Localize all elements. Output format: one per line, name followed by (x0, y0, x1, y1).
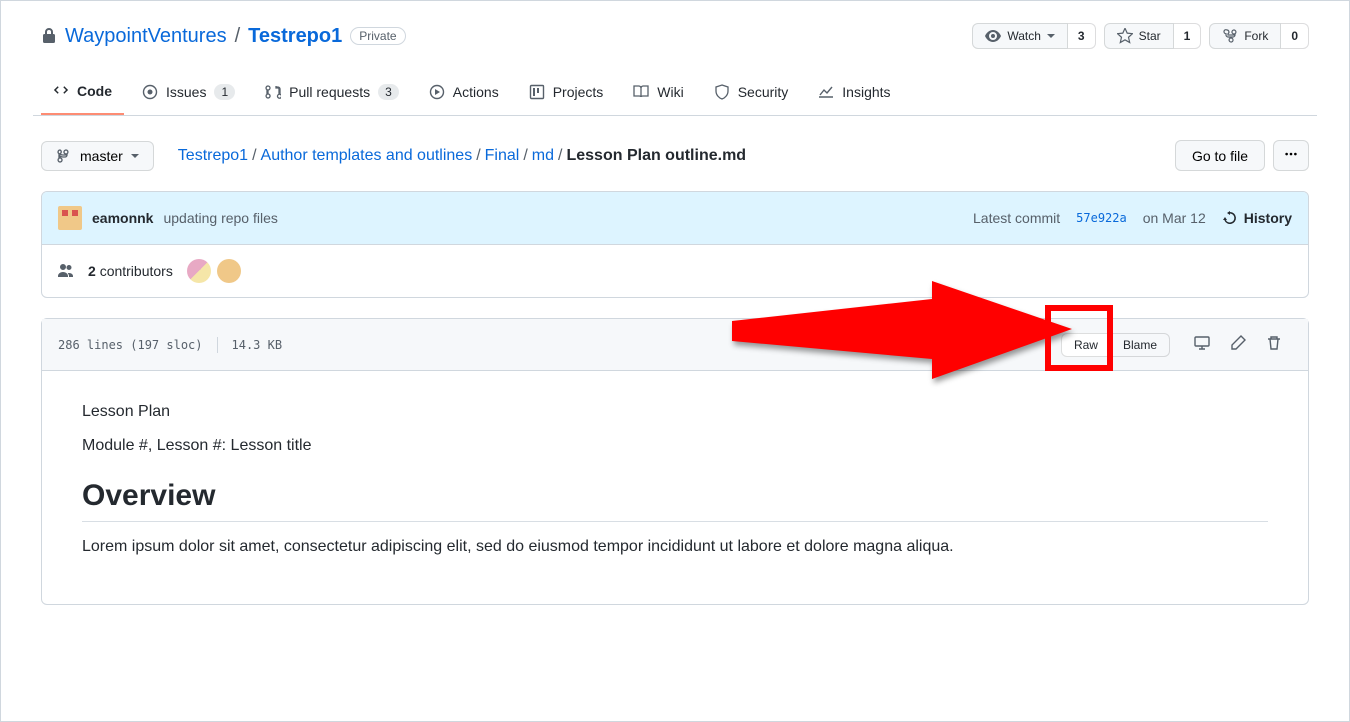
contributors-text[interactable]: 2 contributors (88, 263, 173, 279)
breadcrumb-p3[interactable]: md (532, 147, 554, 164)
tab-insights-label: Insights (842, 84, 890, 100)
history-label: History (1244, 210, 1292, 226)
delete-button[interactable] (1256, 329, 1292, 360)
fork-icon (1222, 28, 1238, 44)
content-body: Lorem ipsum dolor sit amet, consectetur … (82, 538, 1268, 556)
play-icon (429, 84, 445, 100)
watch-label: Watch (1007, 29, 1041, 43)
issues-count: 1 (214, 84, 235, 100)
file-actions: Raw Blame (1061, 329, 1292, 360)
go-to-file-button[interactable]: Go to file (1175, 140, 1265, 171)
watch-count[interactable]: 3 (1068, 23, 1096, 49)
latest-commit-label: Latest commit (973, 210, 1060, 226)
star-label: Star (1139, 29, 1161, 43)
desktop-icon (1194, 335, 1210, 351)
fork-count[interactable]: 0 (1281, 23, 1309, 49)
file-size: 14.3 KB (232, 338, 283, 352)
tab-pulls[interactable]: Pull requests 3 (253, 75, 411, 115)
issue-icon (142, 84, 158, 100)
tab-wiki-label: Wiki (657, 84, 683, 100)
contributor-avatars (187, 259, 241, 283)
file-nav: master Testrepo1/Author templates and ou… (33, 140, 1317, 171)
chevron-down-icon (131, 154, 139, 162)
people-icon (58, 263, 74, 279)
trash-icon (1266, 335, 1282, 351)
commit-date: on Mar 12 (1143, 210, 1206, 226)
tab-security-label: Security (738, 84, 789, 100)
more-options-button[interactable] (1273, 140, 1309, 171)
repo-owner-link[interactable]: WaypointVentures (65, 25, 227, 48)
branch-icon (56, 148, 72, 164)
repo-nav: Code Issues 1 Pull requests 3 Actions Pr… (33, 75, 1317, 116)
repo-header: WaypointVentures / Testrepo1 Private Wat… (33, 17, 1317, 49)
watch-button[interactable]: Watch (972, 23, 1068, 49)
pulls-count: 3 (378, 84, 399, 100)
raw-button[interactable]: Raw (1061, 333, 1111, 357)
kebab-icon (1284, 147, 1298, 161)
history-link[interactable]: History (1222, 210, 1292, 226)
divider (217, 337, 218, 353)
tab-security[interactable]: Security (702, 75, 801, 115)
breadcrumb-root[interactable]: Testrepo1 (178, 147, 248, 164)
fork-button[interactable]: Fork (1209, 23, 1281, 49)
contributor-avatar-2[interactable] (217, 259, 241, 283)
tab-pulls-label: Pull requests (289, 84, 370, 100)
fork-label: Fork (1244, 29, 1268, 43)
tab-issues[interactable]: Issues 1 (130, 75, 247, 115)
tab-issues-label: Issues (166, 84, 206, 100)
tab-insights[interactable]: Insights (806, 75, 902, 115)
file-info: 286 lines (197 sloc) 14.3 KB (58, 337, 282, 353)
tab-wiki[interactable]: Wiki (621, 75, 695, 115)
chevron-down-icon (1047, 34, 1055, 42)
shield-icon (714, 84, 730, 100)
pull-icon (265, 84, 281, 100)
repo-name-link[interactable]: Testrepo1 (248, 25, 342, 48)
graph-icon (818, 84, 834, 100)
repo-title: WaypointVentures / Testrepo1 Private (41, 25, 406, 48)
commit-sha[interactable]: 57e922a (1076, 211, 1127, 225)
content-line-1: Lesson Plan (82, 403, 1268, 421)
tab-actions[interactable]: Actions (417, 75, 511, 115)
branch-name: master (80, 148, 123, 164)
eye-icon (985, 28, 1001, 44)
breadcrumb: Testrepo1/Author templates and outlines/… (178, 147, 746, 165)
file-header: 286 lines (197 sloc) 14.3 KB Raw Blame (42, 319, 1308, 371)
content-heading: Overview (82, 479, 1268, 522)
tab-code-label: Code (77, 83, 112, 99)
commit-row: eamonnk updating repo files Latest commi… (42, 192, 1308, 245)
star-count[interactable]: 1 (1174, 23, 1202, 49)
commit-message[interactable]: updating repo files (163, 210, 277, 226)
header-actions: Watch 3 Star 1 Fork 0 (972, 23, 1309, 49)
file-lines: 286 lines (197 sloc) (58, 338, 203, 352)
file-content: Lesson Plan Module #, Lesson #: Lesson t… (42, 371, 1308, 604)
slash: / (235, 25, 241, 48)
avatar[interactable] (58, 206, 82, 230)
blame-button[interactable]: Blame (1111, 333, 1170, 357)
breadcrumb-p1[interactable]: Author templates and outlines (261, 147, 473, 164)
commit-author[interactable]: eamonnk (92, 210, 153, 226)
project-icon (529, 84, 545, 100)
star-button[interactable]: Star (1104, 23, 1174, 49)
display-source-button[interactable] (1184, 329, 1220, 360)
contributor-avatar-1[interactable] (187, 259, 211, 283)
commit-box: eamonnk updating repo files Latest commi… (41, 191, 1309, 298)
contributors-row: 2 contributors (42, 245, 1308, 297)
tab-actions-label: Actions (453, 84, 499, 100)
branch-selector[interactable]: master (41, 141, 154, 171)
lock-icon (41, 28, 57, 44)
tab-projects[interactable]: Projects (517, 75, 616, 115)
pencil-icon (1230, 335, 1246, 351)
breadcrumb-p2[interactable]: Final (485, 147, 520, 164)
visibility-badge: Private (350, 27, 405, 45)
edit-button[interactable] (1220, 329, 1256, 360)
history-icon (1222, 210, 1238, 226)
file-box: 286 lines (197 sloc) 14.3 KB Raw Blame (41, 318, 1309, 605)
tab-code[interactable]: Code (41, 75, 124, 115)
code-icon (53, 83, 69, 99)
book-icon (633, 84, 649, 100)
tab-projects-label: Projects (553, 84, 604, 100)
content-line-2: Module #, Lesson #: Lesson title (82, 437, 1268, 455)
star-icon (1117, 28, 1133, 44)
breadcrumb-file: Lesson Plan outline.md (566, 147, 746, 164)
